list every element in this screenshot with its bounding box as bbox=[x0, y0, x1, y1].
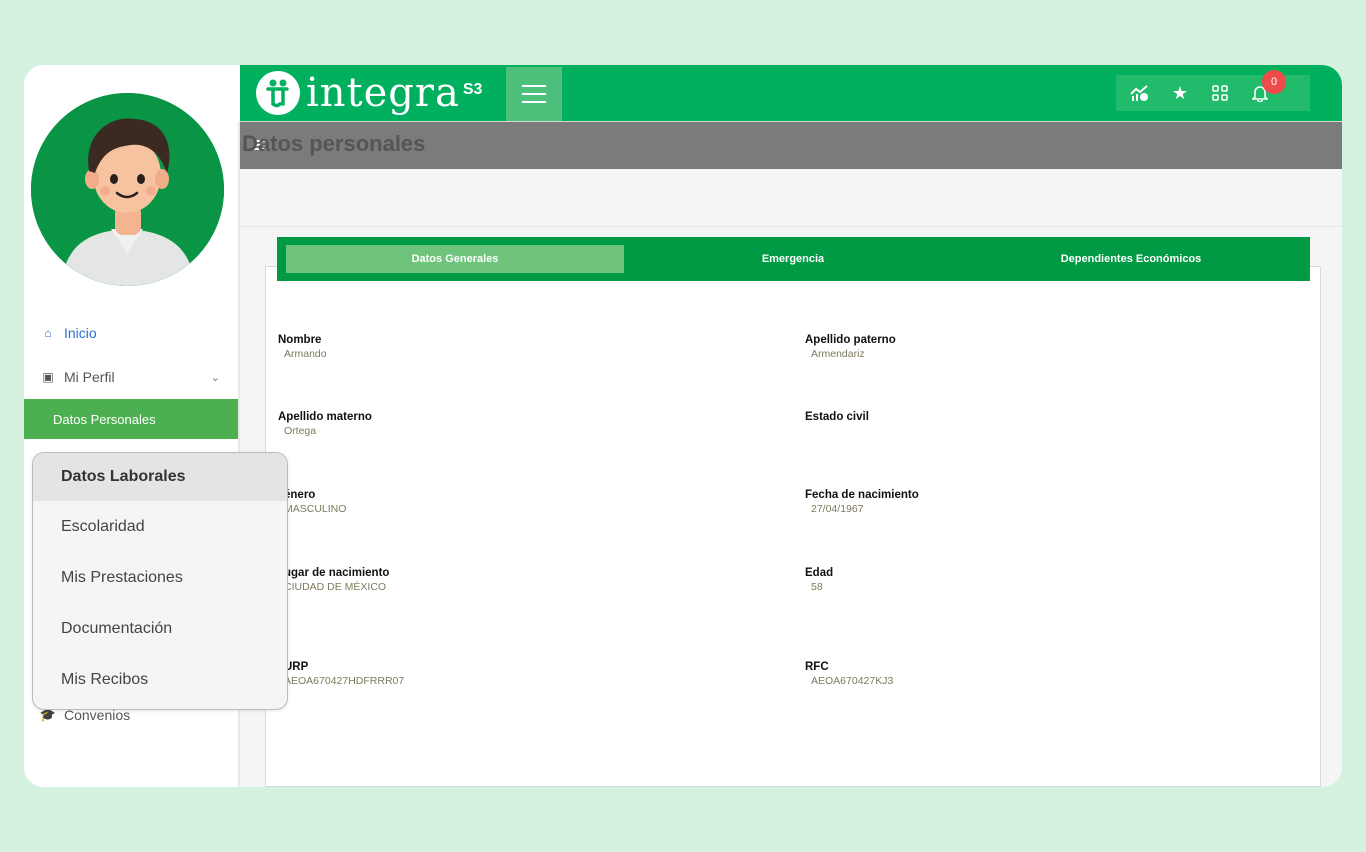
id-card-icon: ▣ bbox=[42, 370, 54, 384]
field-edad: Edad 58 bbox=[805, 567, 833, 593]
field-label: ugar de nacimiento bbox=[284, 567, 390, 579]
sidebar-item-label: Mi Perfil bbox=[64, 369, 115, 385]
profile-submenu-popup: Datos Laborales Escolaridad Mis Prestaci… bbox=[32, 452, 288, 710]
field-nombre: Nombre Armando bbox=[278, 334, 327, 360]
field-value: CIUDAD DE MÉXICO bbox=[284, 581, 387, 593]
field-curp: URP AEOA670427HDFRRR07 bbox=[284, 661, 404, 687]
tab-bar: Datos Generales Emergencia Dependientes … bbox=[277, 237, 1310, 281]
brand-logo[interactable]: integra S3 bbox=[256, 68, 482, 118]
field-value: 27/04/1967 bbox=[811, 503, 864, 515]
field-label: RFC bbox=[805, 661, 829, 673]
field-label: Nombre bbox=[278, 334, 322, 346]
chevron-down-icon: ⌄ bbox=[210, 371, 220, 384]
details-card bbox=[265, 266, 1321, 787]
user-avatar[interactable] bbox=[31, 93, 224, 286]
field-label: Fecha de nacimiento bbox=[805, 489, 919, 501]
field-value: Ortega bbox=[284, 425, 317, 437]
field-rfc: RFC AEOA670427KJ3 bbox=[805, 661, 893, 687]
top-actions: ★ 0 bbox=[1116, 70, 1310, 111]
menu-item-datos-laborales[interactable]: Datos Laborales bbox=[33, 453, 287, 501]
menu-item-mis-prestaciones[interactable]: Mis Prestaciones bbox=[33, 552, 287, 603]
page-title: Datos personales bbox=[242, 131, 426, 156]
field-label: énero bbox=[284, 489, 316, 501]
brand-mark: S3 bbox=[462, 81, 483, 98]
field-apellido-materno: Apellido materno Ortega bbox=[278, 411, 372, 437]
field-label: Apellido materno bbox=[278, 411, 372, 423]
field-genero: énero MASCULINO bbox=[284, 489, 346, 515]
star-icon[interactable]: ★ bbox=[1168, 81, 1192, 105]
home-icon: ⌂ bbox=[44, 326, 52, 340]
brand-name: integra bbox=[306, 70, 460, 116]
notification-badge: 0 bbox=[1262, 70, 1286, 94]
menu-toggle-button[interactable] bbox=[506, 67, 562, 121]
menu-item-escolaridad[interactable]: Escolaridad bbox=[33, 501, 287, 552]
grid-icon[interactable] bbox=[1208, 81, 1232, 105]
title-divider bbox=[240, 226, 1342, 227]
tab-emergencia[interactable]: Emergencia bbox=[624, 245, 962, 273]
field-value: Armendariz bbox=[811, 348, 865, 360]
sidebar-item-inicio[interactable]: ⌂ Inicio bbox=[24, 323, 238, 343]
menu-item-documentacion[interactable]: Documentación bbox=[33, 603, 287, 654]
bell-icon[interactable]: 0 bbox=[1248, 70, 1286, 105]
sidebar-item-label: Inicio bbox=[64, 325, 97, 341]
field-lugar-nacimiento: ugar de nacimiento CIUDAD DE MÉXICO bbox=[284, 567, 389, 593]
sidebar-item-mi-perfil[interactable]: ▣ Mi Perfil ⌄ bbox=[24, 367, 238, 387]
field-estado-civil: Estado civil bbox=[805, 411, 869, 425]
sidebar-item-datos-personales[interactable]: Datos Personales bbox=[24, 399, 238, 439]
field-label: Edad bbox=[805, 567, 834, 579]
top-navbar: integra S3 ★ 0 bbox=[240, 65, 1342, 121]
sidebar-item-label: Datos Personales bbox=[53, 411, 156, 427]
field-value: 58 bbox=[811, 581, 823, 593]
user-avatar-illustration bbox=[31, 93, 224, 286]
field-value: AEOA670427HDFRRR07 bbox=[284, 675, 405, 687]
field-apellido-paterno: Apellido paterno Armendariz bbox=[805, 334, 896, 360]
menu-item-mis-recibos[interactable]: Mis Recibos bbox=[33, 654, 287, 705]
field-label: URP bbox=[284, 661, 309, 673]
logo-mark-icon bbox=[256, 71, 300, 115]
field-value: MASCULINO bbox=[284, 503, 347, 515]
tab-datos-generales[interactable]: Datos Generales bbox=[286, 245, 624, 273]
field-value: AEOA670427KJ3 bbox=[811, 675, 894, 687]
tab-dependientes-economicos[interactable]: Dependientes Económicos bbox=[962, 245, 1300, 273]
field-label: Apellido paterno bbox=[805, 334, 896, 346]
field-fecha-nacimiento: Fecha de nacimiento 27/04/1967 bbox=[805, 489, 919, 515]
analytics-icon[interactable] bbox=[1128, 81, 1152, 105]
field-label: Estado civil bbox=[805, 411, 869, 423]
field-value: Armando bbox=[284, 348, 327, 360]
